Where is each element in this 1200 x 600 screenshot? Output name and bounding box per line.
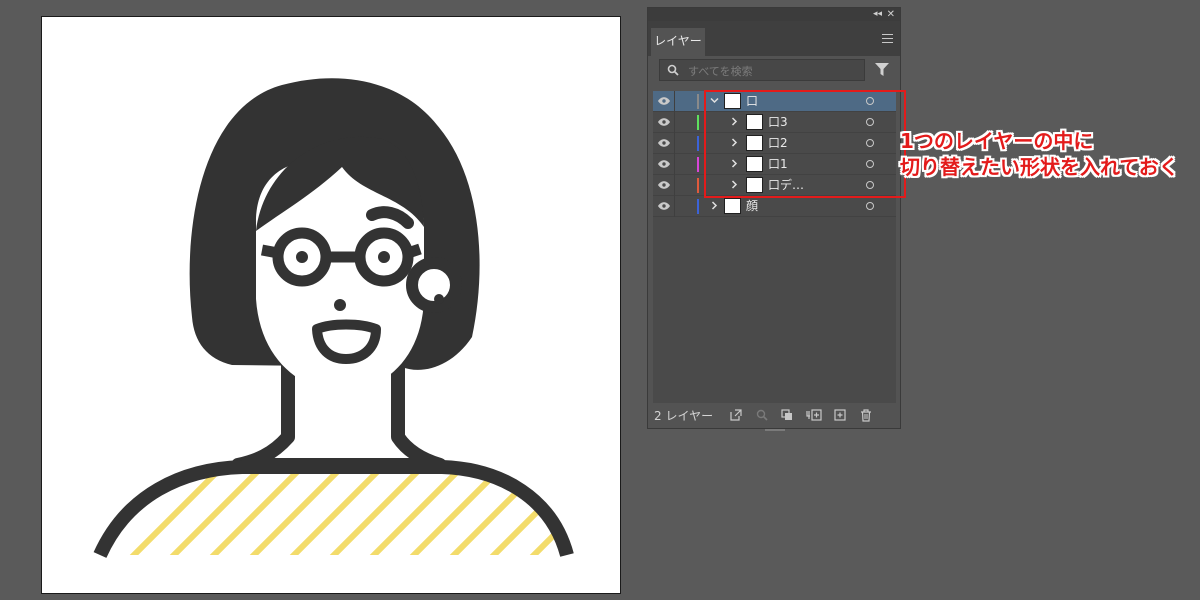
layer-color-swatch [697,136,699,151]
trash-icon[interactable] [860,409,872,422]
panel-tabbar: レイヤー [648,21,900,56]
close-icon[interactable]: ✕ [887,8,895,21]
layer-color-swatch [697,94,699,109]
eye-icon[interactable] [658,202,670,210]
layer-thumbnail [724,198,741,214]
resize-grip[interactable] [765,429,785,431]
layer-color-swatch [697,157,699,172]
panel-menu-icon[interactable] [882,34,893,43]
mouth [312,319,381,364]
highlight-box [704,90,906,198]
tab-layers[interactable]: レイヤー [651,28,705,56]
panel-footer: 2 レイヤー [648,403,900,428]
layer-row-face[interactable]: 顔 [653,196,896,217]
eye-icon[interactable] [658,97,670,105]
layer-color-swatch [697,199,699,214]
layer-label: 顔 [746,199,759,213]
target-circle-icon[interactable] [866,202,874,210]
eye-icon[interactable] [658,118,670,126]
layer-color-swatch [697,178,699,193]
layer-count: 2 レイヤー [654,409,714,423]
annotation-line-1: 1つのレイヤーの中に [900,129,1094,153]
panel-titlebar[interactable] [648,8,900,21]
striped-shirt [93,460,574,558]
artboard [41,16,621,594]
locate-object-icon[interactable] [756,409,768,421]
new-sublayer-icon[interactable] [806,409,822,421]
clipping-mask-icon[interactable] [781,409,793,421]
eye-icon[interactable] [658,160,670,168]
search-icon [667,64,679,76]
chevron-right-icon[interactable] [710,201,719,210]
search-box [659,59,865,81]
eye-icon[interactable] [658,181,670,189]
eye-icon[interactable] [658,139,670,147]
annotation-text: 1つのレイヤーの中に 切り替えたい形状を入れておく [900,128,1196,180]
layers-panel: ◂◂ ✕ レイヤー 口 口3 [647,7,901,431]
export-icon[interactable] [730,409,742,421]
search-input[interactable] [686,62,860,80]
filter-icon[interactable] [875,63,889,77]
woman-illustration [93,78,574,558]
new-layer-icon[interactable] [834,409,846,421]
collapse-icon[interactable]: ◂◂ [873,8,882,21]
layer-color-swatch [697,115,699,130]
annotation-line-2: 切り替えたい形状を入れておく [900,155,1179,179]
